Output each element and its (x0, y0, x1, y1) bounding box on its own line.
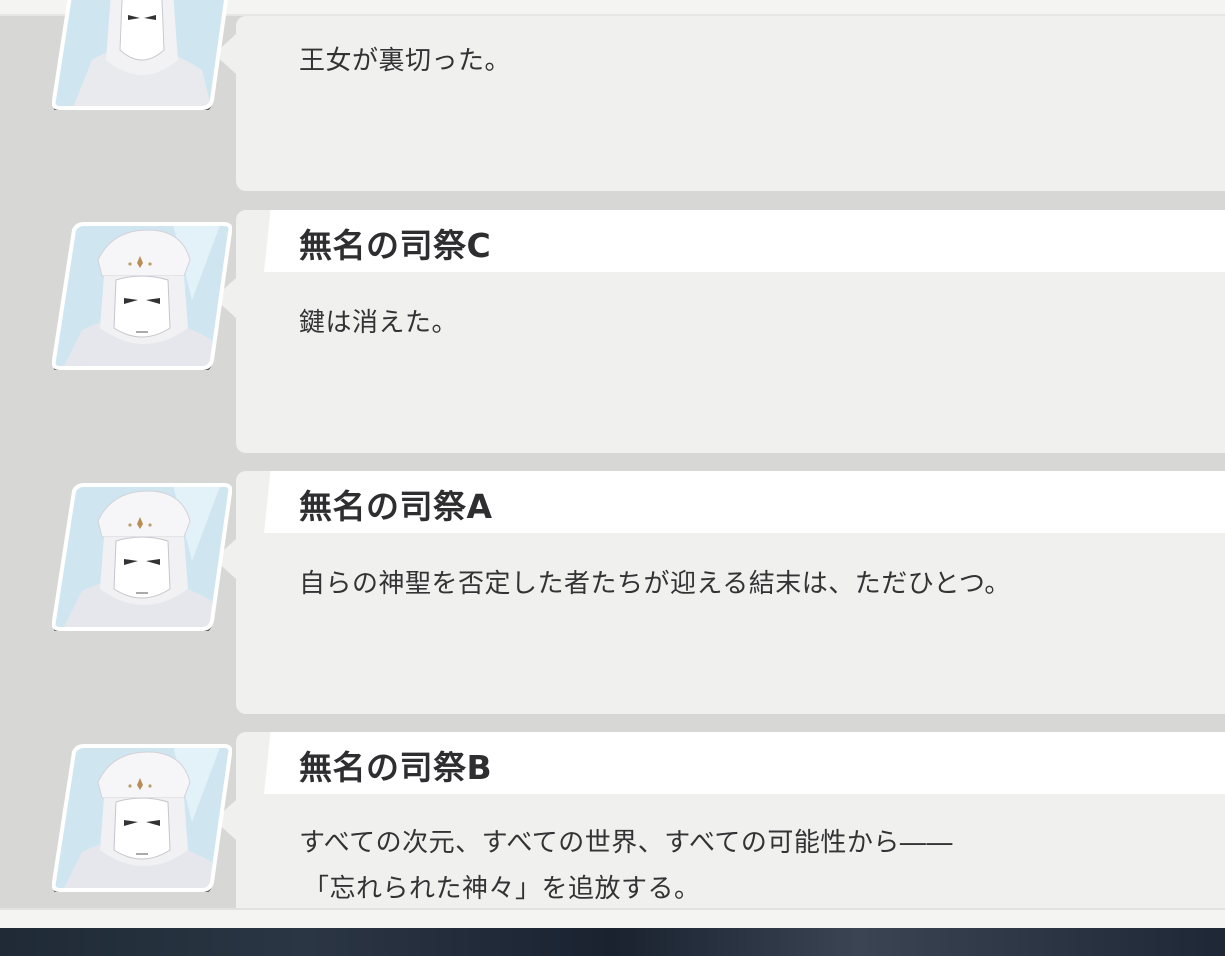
masked-priest-portrait-icon (52, 744, 232, 892)
dialogue-line: すべての次元、すべての世界、すべての可能性から―― (299, 828, 953, 858)
log-bottom-edge (0, 908, 1225, 928)
speaker-name: 無名の司祭C (299, 226, 492, 265)
speaker-name: 無名の司祭A (299, 487, 493, 526)
speaker-name: 無名の司祭B (299, 748, 493, 787)
dialogue-line: 王女が裏切った。 (299, 46, 512, 76)
dialogue-line: 自らの神聖を否定した者たちが迎える結末は、ただひとつ。 (299, 569, 1011, 599)
dialogue-line: 鍵は消えた。 (299, 308, 459, 338)
masked-priest-portrait-icon (52, 222, 232, 370)
dialogue-line: 「忘れられた神々」を追放する。 (303, 874, 701, 904)
dialogue-log[interactable]: 王女が裏切った。 無名の司祭C 鍵は消えた。 無名の司祭A 自らの神聖を否定した… (0, 0, 1225, 910)
masked-priest-portrait-icon (52, 483, 232, 631)
game-scene-background (0, 928, 1225, 956)
masked-priest-portrait-icon (52, 0, 231, 110)
